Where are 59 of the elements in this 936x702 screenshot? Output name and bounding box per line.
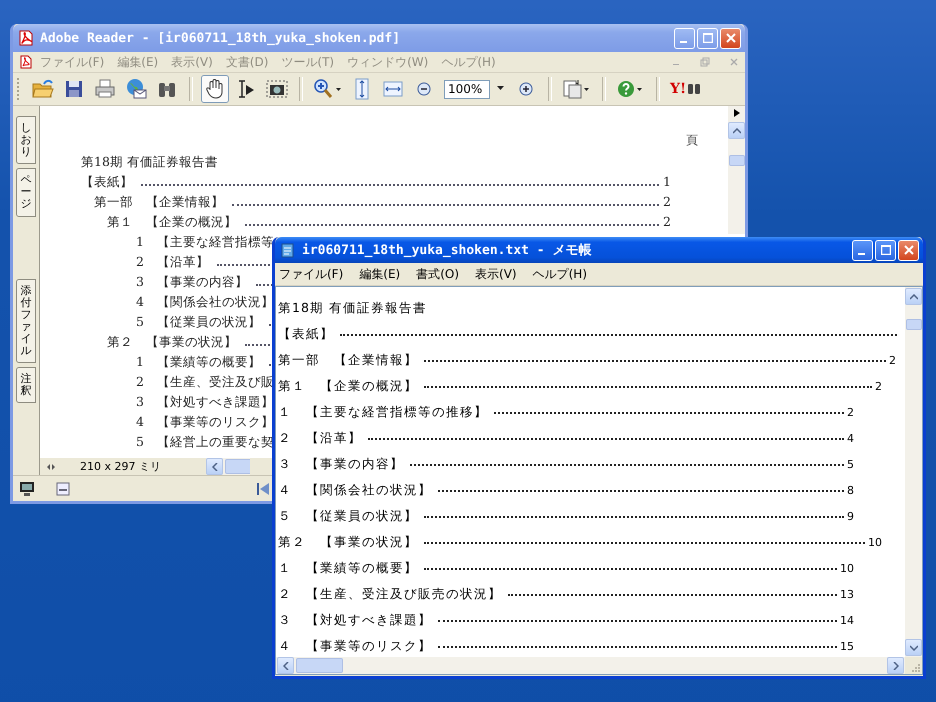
toc-entry: 4 【事業等のリスク】 (136, 413, 274, 431)
toc-entry: ２ 【沿革】 (278, 430, 362, 446)
side-tab[interactable]: 注釈 (16, 367, 36, 404)
page-number: 9 (847, 510, 854, 522)
toc-entry: 第２ 【事業の状況】 (278, 534, 418, 550)
toc-entry: 3 【対処すべき課題】 (136, 393, 274, 411)
menu-item[interactable]: 表示(V) (475, 266, 517, 282)
window-title: ir060711_18th_yuka_shoken.txt - メモ帳 (302, 242, 592, 259)
toc-entry: ３ 【事業の内容】 (278, 456, 404, 472)
page-size: 210 x 297 ミリ (79, 459, 162, 474)
page-number: 15 (840, 640, 854, 652)
toc-entry: 1 【業績等の概要】 (136, 353, 261, 371)
document-title: 第18期 有価証券報告書 (81, 153, 219, 171)
toc-entry: ２ 【生産、受注及び販売の状況】 (278, 586, 502, 602)
window-title: Adobe Reader - [ir060711_18th_yuka_shoken.pdf] (40, 30, 402, 46)
toc-entry: 2 【生産、受注及び販 (136, 373, 274, 391)
toc-entry: 2 【沿革】 (136, 253, 209, 271)
search-logo-button[interactable]: Y! (668, 75, 704, 103)
toc-entry: 【表紙】 (81, 173, 133, 191)
menu-item[interactable]: 書式(O) (416, 266, 460, 282)
toc-entry: 第一部 【企業情報】 (94, 193, 224, 211)
toc-entry: 5 【従業員の状況】 (136, 313, 261, 331)
toc-entry: 3 【事業の内容】 (136, 273, 248, 291)
page-number: 10 (840, 562, 854, 574)
toc-entry: 4 【関係会社の状況】 (136, 293, 274, 311)
toc-entry: 第１ 【企業の概況】 (278, 378, 418, 394)
toc-entry: ３ 【対処すべき課題】 (278, 612, 432, 628)
page-number: 8 (847, 484, 854, 496)
toc-entry: 第１ 【企業の概況】 (107, 213, 237, 231)
page-number: 2 (875, 380, 882, 392)
page-number: 5 (847, 458, 854, 470)
side-tab[interactable]: 添付ファイル (16, 278, 36, 364)
page-number: 10 (868, 536, 882, 548)
toc-entry: ４ 【関係会社の状況】 (278, 482, 432, 498)
menu-item[interactable]: ファイル(F) (279, 266, 344, 282)
side-tab[interactable]: ページ (16, 168, 36, 217)
menu-item[interactable]: ヘルプ(H) (532, 266, 587, 282)
toc-entry: ４ 【事業等のリスク】 (278, 638, 432, 654)
toc-entry: 第一部 【企業情報】 (278, 352, 418, 368)
page-number: 2 (663, 193, 672, 211)
document-title: 第18期 有価証券報告書 (278, 300, 427, 316)
toc-entry: 1 【主要な経営指標等 (136, 233, 274, 251)
toc-entry: １ 【業績等の概要】 (278, 560, 418, 576)
page-number: 2 (847, 406, 854, 418)
toc-entry: １ 【主要な経営指標等の推移】 (278, 404, 488, 420)
text-area[interactable]: 第18期 有価証券報告書 【表紙】 第一部 【企業情報】 2 第１ 【企業の概況】 2 １ 【主要な経営指標等の推移】 2 ２ 【沿革】 4 ３ 【事業の内容】 5 ４ 【関係会社の状況】 8 ５ 【従業員の状況】 9 第２ 【事業の状況】 10 １ 【業績等の概要】 10 ２ 【生産、受注及び販売の状況】 13 ３ 【対処すべき課題】 14 ４ 【事業等のリスク】 15 (276, 287, 905, 657)
page-number: 4 (847, 432, 854, 444)
page-number: 14 (840, 614, 854, 626)
page-number: 2 (889, 354, 896, 366)
side-tab[interactable]: しおり (16, 116, 36, 164)
menu-item[interactable]: 編集(E) (359, 266, 400, 282)
page-header: 頁 (686, 132, 698, 149)
toc-entry: 第２ 【事業の状況】 (107, 333, 237, 351)
page-number: 2 (663, 213, 672, 231)
toc-entry: ５ 【従業員の状況】 (278, 508, 418, 524)
page-number: 1 (663, 173, 672, 191)
toc-entry: 【表紙】 (278, 326, 334, 342)
page-number: 13 (840, 588, 854, 600)
zoom-field[interactable]: 100% (444, 80, 490, 98)
